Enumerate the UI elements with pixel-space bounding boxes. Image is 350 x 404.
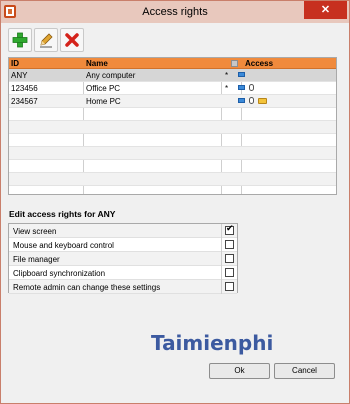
row-flag: * xyxy=(225,71,229,80)
table-row[interactable]: 123456 Office PC * xyxy=(9,82,336,95)
empty-row xyxy=(9,160,336,173)
row-name: Any computer xyxy=(86,71,136,80)
folder-icon xyxy=(258,98,267,104)
row-id: ANY xyxy=(11,71,28,80)
table-row[interactable]: ANY Any computer * xyxy=(9,69,336,82)
empty-row xyxy=(9,121,336,134)
column-divider xyxy=(221,280,222,294)
cancel-button[interactable]: Cancel xyxy=(274,363,335,379)
right-item-remote-admin[interactable]: Remote admin can change these settings xyxy=(9,280,237,294)
close-button[interactable]: ✕ xyxy=(304,1,347,19)
view-screen-checkbox[interactable] xyxy=(225,224,234,235)
watermark: Taimienphi xyxy=(151,331,274,355)
right-label: File manager xyxy=(13,255,60,264)
row-id: 123456 xyxy=(11,84,38,93)
monitor-icon xyxy=(238,98,245,103)
rights-section-title: Edit access rights for ANY xyxy=(9,209,116,219)
pencil-icon xyxy=(40,33,53,48)
column-divider xyxy=(221,238,222,252)
access-rights-window: Access rights ✕ ID Name Access ANY Any c… xyxy=(0,0,350,404)
edit-button[interactable] xyxy=(34,28,58,52)
column-header-access[interactable]: Access xyxy=(245,59,273,68)
remote-admin-checkbox[interactable] xyxy=(225,282,234,291)
rights-list: View screen Mouse and keyboard control F… xyxy=(8,223,238,294)
column-divider xyxy=(221,266,222,280)
mouse-icon xyxy=(249,97,254,104)
ok-button[interactable]: Ok xyxy=(209,363,270,379)
title-bar: Access rights ✕ xyxy=(1,1,349,23)
right-item-view-screen[interactable]: View screen xyxy=(9,224,237,238)
plus-icon xyxy=(12,32,28,48)
empty-row xyxy=(9,173,336,186)
file-manager-checkbox[interactable] xyxy=(225,254,234,263)
computers-grid: ID Name Access ANY Any computer * 123456… xyxy=(8,57,337,195)
lock-icon xyxy=(231,60,238,67)
row-name: Office PC xyxy=(86,84,121,93)
right-item-file-manager[interactable]: File manager xyxy=(9,252,237,266)
add-button[interactable] xyxy=(8,28,32,52)
row-flag: * xyxy=(225,84,229,93)
delete-button[interactable] xyxy=(60,28,84,52)
column-header-name[interactable]: Name xyxy=(86,59,108,68)
column-header-id[interactable]: ID xyxy=(11,59,19,68)
empty-row xyxy=(9,108,336,121)
row-name: Home PC xyxy=(86,97,121,106)
right-label: Mouse and keyboard control xyxy=(13,241,114,250)
right-label: Clipboard synchronization xyxy=(13,269,106,278)
mouse-icon xyxy=(249,84,254,91)
column-divider xyxy=(221,252,222,266)
clipboard-checkbox[interactable] xyxy=(225,268,234,277)
right-label: Remote admin can change these settings xyxy=(13,283,161,292)
window-title: Access rights xyxy=(142,6,208,18)
monitor-icon xyxy=(238,85,245,90)
monitor-icon xyxy=(238,72,245,77)
right-label: View screen xyxy=(13,227,57,236)
mouse-keyboard-checkbox[interactable] xyxy=(225,240,234,249)
empty-row xyxy=(9,134,336,147)
table-row[interactable]: 234567 Home PC xyxy=(9,95,336,108)
grid-header: ID Name Access xyxy=(9,58,336,69)
x-icon xyxy=(65,33,79,47)
row-id: 234567 xyxy=(11,97,38,106)
column-divider xyxy=(221,224,222,238)
right-item-clipboard[interactable]: Clipboard synchronization xyxy=(9,266,237,280)
right-item-mouse-keyboard[interactable]: Mouse and keyboard control xyxy=(9,238,237,252)
empty-row xyxy=(9,147,336,160)
